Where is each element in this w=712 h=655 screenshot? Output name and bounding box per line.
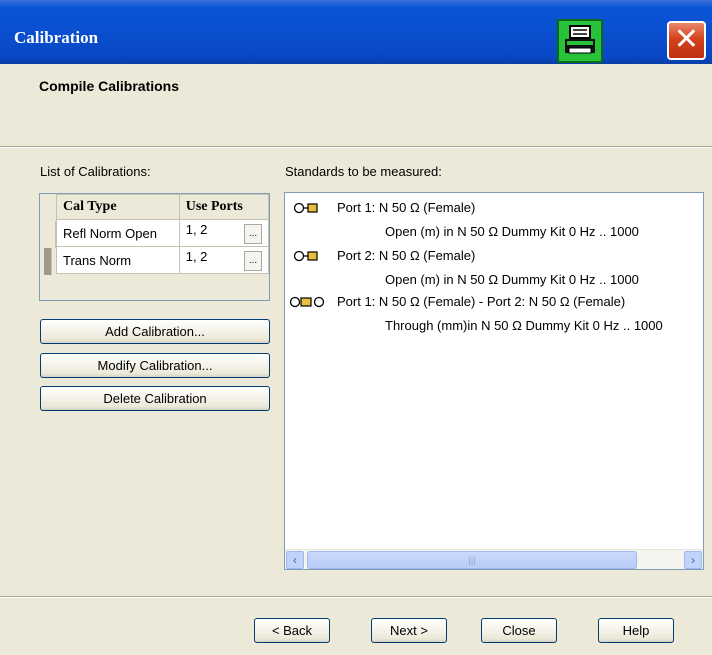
- standard-detail: Through (mm)in N 50 Ω Dummy Kit 0 Hz .. …: [385, 318, 663, 333]
- standard-detail: Open (m) in N 50 Ω Dummy Kit 0 Hz .. 100…: [385, 224, 639, 239]
- through-connector-icon: [289, 296, 325, 308]
- standard-port-header: Port 1: N 50 Ω (Female): [337, 200, 476, 215]
- ports-value: 1, 2: [185, 222, 208, 237]
- scroll-left-arrow[interactable]: ‹: [286, 551, 304, 569]
- title-bar: Calibration ✕: [0, 0, 712, 64]
- back-button[interactable]: < Back: [254, 618, 330, 643]
- window-title: Calibration: [14, 28, 99, 47]
- close-window-button[interactable]: ✕: [667, 21, 706, 60]
- scroll-thumb[interactable]: |||: [307, 551, 637, 569]
- help-button[interactable]: Help: [598, 618, 674, 643]
- scroll-right-arrow[interactable]: ›: [684, 551, 702, 569]
- ports-cell[interactable]: 1, 2 ...: [178, 219, 270, 247]
- page-subtitle: Compile Calibrations: [39, 78, 180, 94]
- ports-browse-button[interactable]: ...: [244, 251, 262, 271]
- ports-cell[interactable]: 1, 2 ...: [178, 246, 270, 274]
- standard-port-header: Port 2: N 50 Ω (Female): [337, 248, 476, 263]
- calibrations-table: Cal Type Use Ports Refl Norm Open 1, 2 .…: [56, 194, 270, 274]
- standards-label: Standards to be measured:: [285, 164, 442, 179]
- modify-calibration-button[interactable]: Modify Calibration...: [40, 353, 270, 378]
- row-header-2-selected[interactable]: [44, 248, 52, 275]
- cal-type-cell[interactable]: Refl Norm Open: [56, 219, 180, 247]
- horizontal-scrollbar[interactable]: ‹ ||| ›: [285, 549, 703, 569]
- next-button[interactable]: Next >: [371, 618, 447, 643]
- close-icon: ✕: [673, 23, 700, 56]
- header-divider: [0, 146, 712, 148]
- print-button[interactable]: [557, 19, 603, 63]
- close-button[interactable]: Close: [481, 618, 557, 643]
- printer-icon: [565, 25, 595, 54]
- connector-icon: [293, 202, 318, 214]
- calibrations-grid[interactable]: Cal Type Use Ports Refl Norm Open 1, 2 .…: [39, 193, 270, 301]
- row-header-1[interactable]: [40, 221, 56, 248]
- cal-type-cell[interactable]: Trans Norm: [56, 246, 180, 274]
- ports-value: 1, 2: [185, 249, 208, 264]
- delete-calibration-button[interactable]: Delete Calibration: [40, 386, 270, 411]
- standard-port-header: Port 1: N 50 Ω (Female) - Port 2: N 50 Ω…: [337, 294, 626, 309]
- calibrations-label: List of Calibrations:: [40, 164, 151, 179]
- table-row[interactable]: Trans Norm 1, 2 ...: [56, 246, 270, 274]
- column-header-cal-type[interactable]: Cal Type: [56, 194, 180, 220]
- ports-browse-button[interactable]: ...: [244, 224, 262, 244]
- column-header-use-ports[interactable]: Use Ports: [178, 194, 270, 220]
- table-row[interactable]: Refl Norm Open 1, 2 ...: [56, 219, 270, 247]
- add-calibration-button[interactable]: Add Calibration...: [40, 319, 270, 344]
- standard-detail: Open (m) in N 50 Ω Dummy Kit 0 Hz .. 100…: [385, 272, 639, 287]
- wizard-header: Compile Calibrations: [0, 64, 712, 146]
- footer-divider: [0, 596, 712, 598]
- standards-list[interactable]: Port 1: N 50 Ω (Female) Open (m) in N 50…: [284, 192, 704, 570]
- connector-icon: [293, 250, 318, 262]
